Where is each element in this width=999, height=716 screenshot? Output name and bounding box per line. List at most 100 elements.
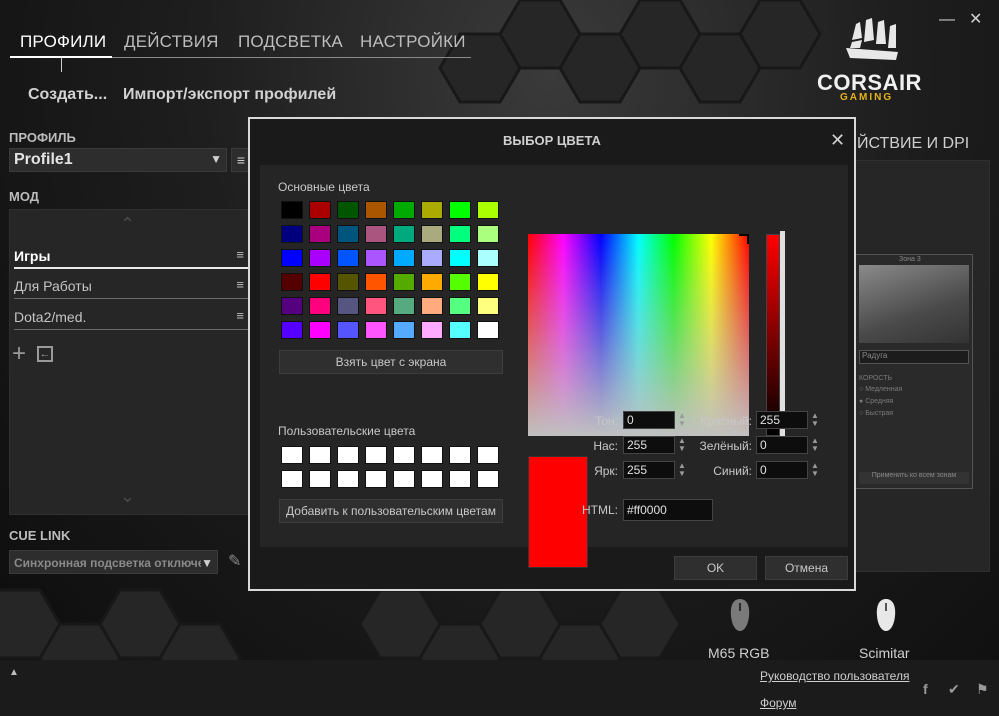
color-swatch[interactable]	[477, 225, 499, 243]
color-swatch[interactable]	[281, 201, 303, 219]
tab-actions[interactable]: ДЕЙСТВИЯ	[124, 32, 219, 52]
add-custom-color-button[interactable]: Добавить к пользовательским цветам	[279, 499, 503, 523]
cue-link-select[interactable]: Синхронная подсветка отключе ▼	[9, 550, 218, 574]
custom-color-swatch[interactable]	[449, 470, 471, 488]
luminance-slider[interactable]	[766, 234, 780, 436]
collapse-up-icon[interactable]: ▲	[9, 667, 19, 678]
custom-color-swatch[interactable]	[477, 470, 499, 488]
speed-option-fast[interactable]: ○ Быстрая	[859, 410, 893, 417]
speed-option-medium[interactable]: ● Средняя	[859, 398, 893, 405]
color-swatch[interactable]	[365, 225, 387, 243]
close-icon[interactable]: ✕	[830, 130, 845, 151]
custom-color-swatch[interactable]	[281, 446, 303, 464]
html-color-input[interactable]: #ff0000	[623, 499, 713, 521]
minimize-button[interactable]: —	[939, 10, 955, 30]
pick-screen-color-button[interactable]: Взять цвет с экрана	[279, 350, 503, 374]
color-swatch[interactable]	[309, 201, 331, 219]
blue-input[interactable]	[756, 461, 808, 479]
color-swatch[interactable]	[337, 321, 359, 339]
speed-option-slow[interactable]: ○ Медленная	[859, 386, 902, 393]
color-swatch[interactable]	[309, 297, 331, 315]
color-swatch[interactable]	[393, 297, 415, 315]
color-swatch[interactable]	[309, 273, 331, 291]
custom-color-swatch[interactable]	[393, 446, 415, 464]
color-swatch[interactable]	[365, 321, 387, 339]
val-input[interactable]	[623, 461, 675, 479]
import-export-link[interactable]: Импорт/экспорт профилей	[123, 86, 336, 104]
chevron-down-icon[interactable]: ⌄	[120, 486, 135, 507]
blue-spinner[interactable]: ▲ ▼	[811, 462, 819, 478]
color-swatch[interactable]	[477, 249, 499, 267]
chevron-up-icon[interactable]: ⌃	[120, 214, 135, 235]
color-swatch[interactable]	[421, 273, 443, 291]
color-swatch[interactable]	[477, 273, 499, 291]
hamburger-icon[interactable]: ≡	[236, 308, 244, 323]
color-swatch[interactable]	[449, 201, 471, 219]
color-swatch[interactable]	[477, 201, 499, 219]
pencil-icon[interactable]: ✎	[228, 551, 241, 571]
mouse-scimitar-icon[interactable]	[875, 598, 897, 632]
color-swatch[interactable]	[337, 201, 359, 219]
add-icon[interactable]: +	[12, 342, 26, 366]
color-swatch[interactable]	[449, 249, 471, 267]
color-swatch[interactable]	[365, 201, 387, 219]
color-swatch[interactable]	[393, 321, 415, 339]
custom-color-swatch[interactable]	[393, 470, 415, 488]
tab-lighting[interactable]: ПОДСВЕТКА	[238, 32, 343, 52]
color-swatch[interactable]	[393, 273, 415, 291]
mouse-m65-icon[interactable]	[729, 598, 751, 632]
custom-color-swatch[interactable]	[337, 446, 359, 464]
custom-color-swatch[interactable]	[421, 470, 443, 488]
zone-effect-select[interactable]: Радуга	[859, 350, 969, 364]
custom-color-swatch[interactable]	[309, 446, 331, 464]
mode-item-games[interactable]: Игры ≡	[14, 243, 248, 269]
custom-color-swatch[interactable]	[309, 470, 331, 488]
device-m65-label[interactable]: M65 RGB	[708, 645, 769, 661]
custom-color-swatch[interactable]	[449, 446, 471, 464]
cancel-button[interactable]: Отмена	[765, 556, 848, 580]
color-swatch[interactable]	[421, 321, 443, 339]
color-swatch[interactable]	[309, 225, 331, 243]
mode-item-work[interactable]: Для Работы ≡	[14, 273, 248, 299]
mode-item-dota[interactable]: Dota2/med. ≡	[14, 304, 248, 330]
create-profile-link[interactable]: Создать...	[28, 86, 107, 104]
hamburger-icon[interactable]: ≡	[236, 277, 244, 292]
color-swatch[interactable]	[281, 225, 303, 243]
corsair-icon[interactable]: ⚑	[976, 681, 989, 698]
profile-select[interactable]: Profile1 ▼	[9, 148, 227, 172]
color-swatch[interactable]	[393, 249, 415, 267]
color-swatch[interactable]	[337, 225, 359, 243]
twitter-icon[interactable]: ✔	[948, 681, 960, 698]
color-swatch[interactable]	[281, 297, 303, 315]
custom-color-swatch[interactable]	[365, 446, 387, 464]
spectrum-crosshair[interactable]	[739, 234, 749, 244]
color-swatch[interactable]	[365, 297, 387, 315]
color-swatch[interactable]	[309, 249, 331, 267]
ok-button[interactable]: OK	[674, 556, 757, 580]
color-swatch[interactable]	[421, 249, 443, 267]
color-swatch[interactable]	[365, 249, 387, 267]
forum-link[interactable]: Форум	[760, 696, 796, 710]
color-spectrum[interactable]	[528, 234, 749, 436]
color-swatch[interactable]	[449, 321, 471, 339]
color-swatch[interactable]	[337, 297, 359, 315]
color-swatch[interactable]	[337, 249, 359, 267]
color-swatch[interactable]	[421, 297, 443, 315]
import-icon[interactable]: ←	[37, 346, 53, 362]
custom-color-swatch[interactable]	[337, 470, 359, 488]
custom-color-swatch[interactable]	[477, 446, 499, 464]
tab-profiles[interactable]: ПРОФИЛИ	[20, 32, 106, 52]
close-window-button[interactable]: ✕	[969, 10, 982, 30]
tab-settings[interactable]: НАСТРОЙКИ	[360, 32, 466, 52]
color-swatch[interactable]	[393, 225, 415, 243]
color-swatch[interactable]	[309, 321, 331, 339]
color-swatch[interactable]	[421, 225, 443, 243]
green-input[interactable]	[756, 436, 808, 454]
user-manual-link[interactable]: Руководство пользователя	[760, 669, 909, 683]
color-swatch[interactable]	[477, 297, 499, 315]
sat-input[interactable]	[623, 436, 675, 454]
green-spinner[interactable]: ▲ ▼	[811, 437, 819, 453]
color-swatch[interactable]	[393, 201, 415, 219]
custom-color-swatch[interactable]	[365, 470, 387, 488]
luminance-slider-handle[interactable]	[780, 231, 785, 439]
